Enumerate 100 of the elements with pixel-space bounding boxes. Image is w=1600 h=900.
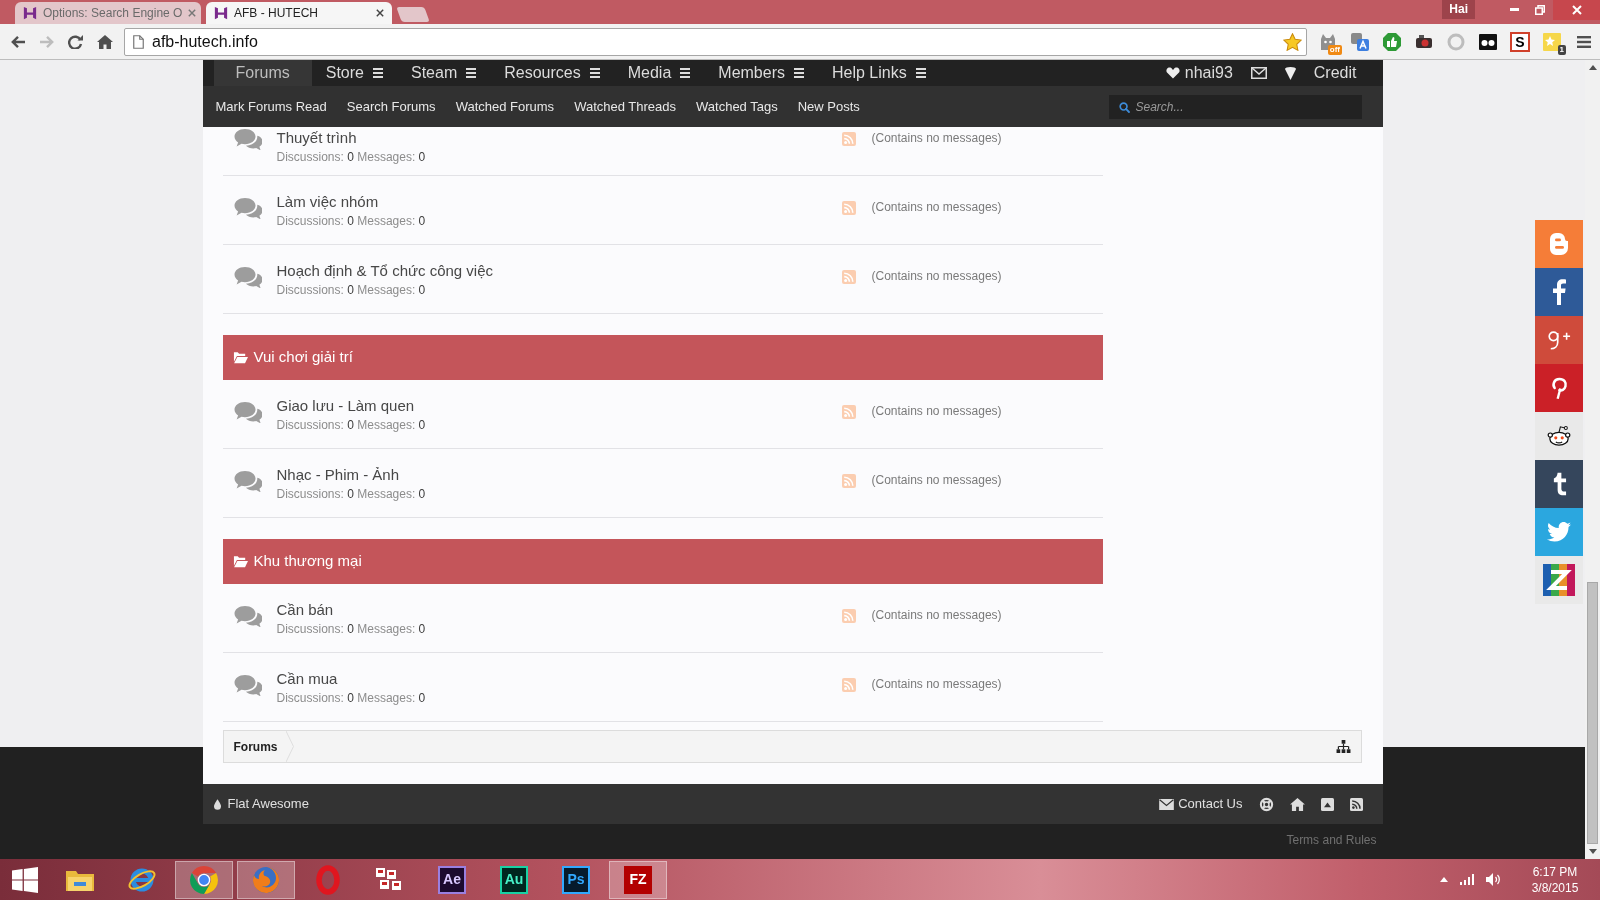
subnav-link[interactable]: Watched Tags (696, 96, 778, 117)
taskbar-app-button[interactable] (175, 860, 233, 899)
extension-badge: 1 (1557, 44, 1566, 55)
forum-title[interactable]: Làm việc nhóm (276, 192, 379, 212)
taskbar-app-button[interactable]: FZ (609, 860, 667, 899)
menu-icon[interactable] (589, 68, 600, 78)
menu-icon[interactable] (373, 68, 383, 78)
back-arrow-icon[interactable] (9, 34, 26, 49)
home-icon[interactable] (1289, 797, 1305, 811)
z-logo-icon (1543, 564, 1575, 596)
star-icon[interactable] (1283, 32, 1302, 51)
sticky-note-icon[interactable] (1542, 31, 1562, 52)
thumbs-up-icon[interactable] (1382, 31, 1402, 52)
taskbar-app-button[interactable] (237, 860, 295, 899)
share-button[interactable] (1535, 460, 1583, 508)
scrollbar-thumb[interactable] (1587, 582, 1598, 844)
subnav-link[interactable]: Mark Forums Read (215, 96, 327, 117)
browser-tab[interactable]: Options: Search Engine O (15, 2, 201, 24)
windows-logo-icon[interactable] (11, 866, 38, 893)
menu-icon[interactable] (915, 68, 926, 78)
taskbar-app-button[interactable]: Ae (423, 860, 481, 899)
minimize-icon[interactable] (1509, 8, 1519, 11)
reddit-alien-icon (1546, 425, 1572, 447)
subnav-link[interactable]: Watched Forums (455, 96, 555, 117)
forum-title[interactable]: Cần mua (276, 669, 338, 689)
subnav-link[interactable]: Watched Threads (574, 96, 676, 117)
firefox-icon (251, 864, 281, 895)
forum-title[interactable]: Thuyết trình (276, 128, 357, 148)
forum-title[interactable]: Nhạc - Phim - Ảnh (276, 465, 400, 485)
forum-stats: Discussions: 0 Messages: 0 (276, 213, 426, 229)
close-button[interactable] (1553, 0, 1600, 20)
caret-up-icon[interactable] (1440, 877, 1448, 882)
reload-icon[interactable] (67, 34, 84, 49)
search-icon (1118, 101, 1130, 113)
chat-bubbles-icon (233, 401, 262, 423)
sitemap-icon[interactable] (1335, 740, 1351, 753)
share-button[interactable] (1535, 268, 1583, 316)
nav-tab[interactable]: Forums (213, 60, 312, 86)
scroll-up-icon[interactable] (1588, 65, 1597, 70)
menu-icon[interactable] (794, 68, 804, 78)
contact-link[interactable]: Contact Us (1159, 794, 1243, 814)
new-tab-button[interactable] (396, 7, 430, 22)
speaker-icon[interactable] (1486, 873, 1502, 886)
search-field[interactable]: Search... (1108, 94, 1362, 119)
address-bar[interactable]: afb-hutech.info (124, 27, 1307, 56)
home-icon[interactable] (96, 34, 113, 49)
extension-button[interactable]: S (1510, 31, 1530, 52)
last-post-text: (Contains no messages) (871, 403, 1002, 420)
forum-stats: Discussions: 0 Messages: 0 (276, 486, 426, 502)
close-icon[interactable] (376, 9, 384, 17)
credit-link[interactable]: Credit (1313, 61, 1357, 85)
category-title[interactable]: Khu thương mại (253, 550, 362, 573)
tumblr-icon (1551, 472, 1567, 496)
taskbar-app-button[interactable]: Au (485, 860, 543, 899)
marker-icon[interactable] (1284, 66, 1296, 80)
arrow-up-box-icon[interactable] (1320, 797, 1334, 811)
blogger-icon (1547, 232, 1571, 256)
browser-tab[interactable]: AFB - HUTECH (206, 2, 392, 24)
share-button[interactable] (1535, 556, 1583, 604)
menu-icon[interactable] (680, 68, 691, 78)
signal-bars-icon[interactable] (1460, 874, 1474, 885)
taskbar-app-button[interactable]: Ps (547, 860, 605, 899)
user-link[interactable]: nhai93 (1165, 61, 1233, 85)
heart-icon (1165, 67, 1180, 79)
style-chooser-link[interactable]: Flat Awesome (213, 794, 309, 814)
envelope-icon[interactable] (1250, 67, 1267, 79)
chat-bubbles-icon (233, 674, 262, 696)
folder-open-icon (232, 555, 248, 568)
nav-tab[interactable]: Media (613, 60, 705, 86)
pinterest-icon (1550, 375, 1568, 401)
chat-bubbles-icon (233, 128, 262, 150)
profile-name[interactable]: Hai (1442, 0, 1475, 19)
nav-tab[interactable]: Resources (490, 60, 614, 86)
menu-icon[interactable] (466, 68, 477, 78)
chat-bubbles-icon (233, 470, 262, 492)
forum-stats: Discussions: 0 Messages: 0 (276, 417, 426, 433)
last-post-text: (Contains no messages) (871, 472, 1002, 489)
clock[interactable]: 6:17 PM 3/8/2015 (1524, 863, 1586, 896)
share-button[interactable] (1535, 412, 1583, 460)
glasses-icon[interactable] (1478, 31, 1498, 52)
rss-icon[interactable] (1349, 797, 1363, 811)
nav-tab[interactable]: Members (704, 60, 818, 86)
nav-tab[interactable]: Steam (397, 60, 491, 86)
translate-icon[interactable] (1350, 31, 1370, 52)
life-ring-icon[interactable] (1258, 796, 1274, 812)
nav-tab[interactable]: Store (311, 60, 397, 86)
category-title[interactable]: Vui chơi giải trí (253, 346, 353, 369)
forum-title[interactable]: Giao lưu - Làm quen (276, 396, 415, 416)
scroll-down-icon[interactable] (1588, 849, 1597, 854)
subnav-link[interactable]: Search Forums (346, 96, 436, 117)
last-post-text: (Contains no messages) (871, 268, 1002, 285)
last-post-text: (Contains no messages) (871, 199, 1002, 216)
chrome-icon (189, 864, 219, 895)
nav-tab[interactable]: Help Links (818, 60, 940, 86)
subnav-link[interactable]: New Posts (797, 96, 860, 117)
forum-title[interactable]: Hoạch định & Tổ chức công việc (276, 261, 494, 281)
breadcrumb-link[interactable]: Forums (223, 731, 286, 762)
restore-icon[interactable] (1535, 4, 1545, 15)
menu-icon[interactable] (1577, 35, 1591, 48)
forum-title[interactable]: Cần bán (276, 600, 334, 620)
